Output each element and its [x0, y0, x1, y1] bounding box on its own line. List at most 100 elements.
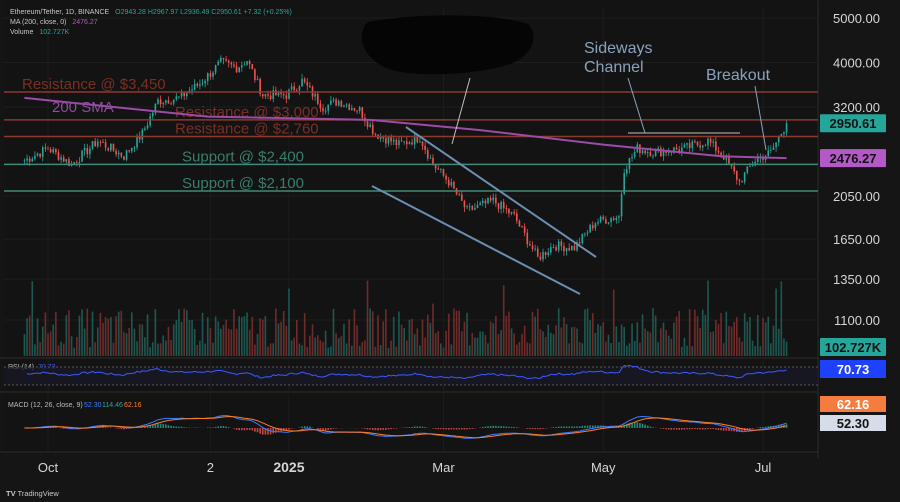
- volume-bar: [31, 281, 34, 356]
- volume-bar: [125, 333, 128, 356]
- candle-body: [267, 94, 269, 96]
- volume-bar: [345, 343, 348, 356]
- volume-bar: [508, 311, 510, 356]
- volume-bar: [665, 330, 667, 356]
- volume-bar: [667, 335, 670, 356]
- candle-body: [743, 172, 746, 182]
- volume-bar: [175, 319, 178, 356]
- volume-bar: [55, 311, 57, 356]
- volume-bar: [180, 322, 183, 356]
- candle-body: [366, 121, 369, 127]
- volume-bar: [170, 339, 172, 356]
- price-chart[interactable]: Resistance @ $3,450Resistance @ $3,000Re…: [0, 0, 900, 502]
- macd-hist-bar: [680, 428, 683, 430]
- candle-body: [288, 89, 290, 99]
- volume-bar: [429, 322, 432, 356]
- candle-body: [536, 248, 539, 257]
- volume-bar: [267, 346, 269, 356]
- level-label-support: Support @ $2,100: [182, 175, 304, 192]
- macd-hist-bar: [683, 428, 686, 430]
- volume-bar: [272, 343, 275, 356]
- macd-hist-bar: [180, 426, 183, 428]
- candle-body: [185, 93, 188, 97]
- macd-hist-bar: [568, 426, 571, 428]
- volume-bar: [206, 317, 209, 356]
- macd-hist-bar: [206, 427, 209, 428]
- macd-hist-bar: [419, 426, 421, 428]
- candle-body: [701, 145, 704, 148]
- volume-bar: [654, 315, 657, 356]
- volume-bar: [371, 311, 374, 356]
- macd-hist-bar: [235, 428, 238, 430]
- macd-hist-bar: [458, 428, 461, 430]
- candle-body: [738, 179, 741, 181]
- volume-bar: [754, 346, 756, 356]
- macd-hist-bar: [717, 428, 720, 430]
- volume-bar: [607, 334, 610, 356]
- volume-bar: [639, 342, 641, 356]
- volume-bar: [162, 335, 165, 356]
- macd-hist-bar: [165, 424, 167, 428]
- candle-body: [602, 216, 605, 220]
- annotation-breakout: Breakout: [706, 67, 771, 84]
- macd-hist-bar: [306, 426, 309, 428]
- macd-hist-bar: [385, 428, 387, 430]
- volume-bar: [44, 312, 47, 356]
- macd-hist-bar: [120, 428, 123, 430]
- macd-hist-bar: [691, 428, 694, 430]
- volume-bar: [589, 320, 591, 356]
- candle-body: [26, 158, 28, 161]
- macd-hist-bar: [115, 428, 117, 429]
- candle-body: [544, 252, 547, 256]
- candle-body: [196, 83, 199, 86]
- candle-body: [361, 107, 364, 118]
- candle-body: [707, 138, 709, 146]
- macd-hist-bar: [330, 428, 332, 430]
- macd-hist-bar: [243, 428, 246, 431]
- macd-hist-bar: [392, 428, 395, 429]
- candle-body: [306, 82, 309, 86]
- volume-bar: [505, 315, 508, 356]
- volume-bar: [591, 313, 594, 356]
- volume-bar: [275, 308, 277, 356]
- macd-hist-bar: [364, 428, 366, 429]
- macd-hist-bar: [660, 428, 662, 429]
- candle-body: [615, 217, 618, 221]
- candle-body: [403, 141, 406, 143]
- macd-tag: 52.30: [837, 416, 870, 431]
- volume-bar: [563, 317, 565, 356]
- candle-body: [398, 140, 400, 146]
- macd-hist-bar: [675, 428, 678, 430]
- volume-bar: [293, 337, 296, 356]
- macd-hist-bar: [725, 428, 728, 431]
- volume-bar: [233, 309, 235, 356]
- volume-bar: [686, 345, 688, 356]
- candle-body: [463, 200, 466, 208]
- volume-bar: [733, 321, 736, 356]
- candle-body: [136, 135, 138, 148]
- candle-body: [479, 203, 481, 205]
- candle-body: [78, 161, 81, 163]
- candle-body: [468, 206, 471, 207]
- volume-bar: [762, 317, 764, 356]
- macd-hist-bar: [694, 428, 696, 430]
- volume-bar: [699, 328, 701, 356]
- volume-bar: [196, 344, 199, 356]
- candle-body: [39, 153, 41, 157]
- candle-body: [625, 168, 628, 174]
- candle-body: [709, 138, 712, 143]
- volume-bar: [269, 343, 272, 356]
- candle-body: [390, 137, 392, 142]
- volume-bar: [230, 329, 233, 356]
- volume-bar: [154, 309, 157, 356]
- macd-hist-bar: [591, 425, 594, 428]
- candle-body: [715, 141, 717, 151]
- macd-hist-bar: [563, 426, 565, 428]
- macd-hist-bar: [172, 426, 175, 428]
- volume-bar: [547, 324, 550, 356]
- volume-bar: [306, 347, 309, 356]
- candle-body: [199, 84, 201, 86]
- macd-hist-bar: [688, 428, 691, 430]
- macd-hist-bar: [471, 428, 474, 429]
- volume-bar: [282, 310, 285, 356]
